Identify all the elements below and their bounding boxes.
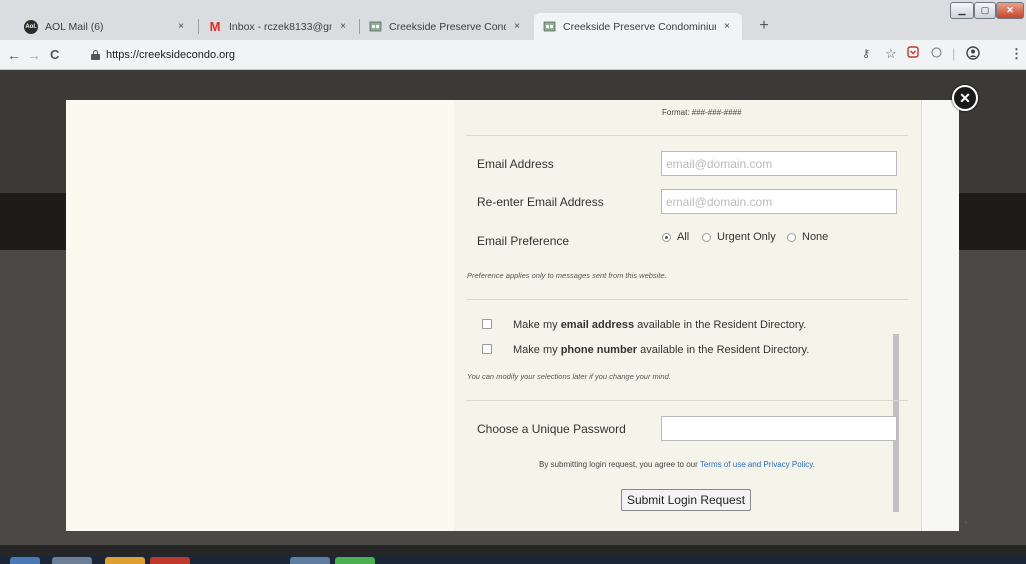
taskbar-app-icon[interactable]: [105, 557, 145, 564]
tab-title: Creekside Preserve Condominiun: [389, 20, 506, 33]
tab-gmail-inbox[interactable]: M Inbox - rczek8133@gmail.com - ×: [200, 13, 358, 40]
start-button-icon[interactable]: [10, 557, 40, 564]
submit-login-request-button[interactable]: Submit Login Request: [621, 489, 751, 511]
reenter-email-field[interactable]: [661, 189, 897, 214]
site-favicon-icon: [368, 20, 382, 34]
password-label: Choose a Unique Password: [477, 422, 626, 436]
key-icon[interactable]: ⚷: [862, 46, 870, 62]
directory-email-checkbox[interactable]: [482, 319, 492, 329]
new-tab-button[interactable]: +: [755, 17, 773, 35]
email-label: Email Address: [477, 157, 554, 171]
forward-icon[interactable]: →: [27, 47, 41, 63]
tab-title: AOL Mail (6): [45, 20, 104, 33]
reload-icon[interactable]: C: [50, 47, 59, 63]
taskbar-app-icon[interactable]: [52, 557, 92, 564]
reenter-email-label: Re-enter Email Address: [477, 195, 604, 209]
browser-menu-icon[interactable]: ⋮: [1010, 46, 1023, 62]
pref-option-label: All: [677, 231, 690, 243]
address-bar[interactable]: https://creeksidecondo.org: [91, 45, 851, 65]
pref-option-label: None: [802, 231, 829, 243]
terms-text: By submitting login request, you agree t…: [539, 460, 815, 469]
pocket-icon[interactable]: [907, 46, 919, 62]
directory-email-label: Make my email address available in the R…: [513, 319, 807, 331]
window-close-icon[interactable]: ✕: [996, 2, 1024, 19]
tab-close-icon[interactable]: ×: [720, 21, 734, 32]
bookmark-star-icon[interactable]: ☆: [885, 46, 897, 62]
section-divider: [466, 299, 908, 300]
taskbar-app-icon[interactable]: [290, 557, 330, 564]
minimize-icon[interactable]: ▁: [950, 2, 974, 19]
terms-link[interactable]: Terms of use and Privacy Policy: [700, 460, 813, 469]
tab-title: Creekside Preserve Condominiun: [563, 20, 716, 33]
back-icon[interactable]: ←: [7, 47, 21, 63]
directory-note: You can modify your selections later if …: [467, 372, 671, 381]
pref-option-label: Urgent Only: [717, 231, 776, 243]
gmail-icon: M: [209, 19, 221, 34]
tab-separator: [198, 19, 199, 34]
section-divider: [466, 400, 908, 401]
taskbar-app-icon[interactable]: [335, 557, 375, 564]
tab-strip: Aol. AOL Mail (6) × M Inbox - rczek8133@…: [0, 0, 1026, 40]
lock-icon: [91, 50, 100, 60]
tab-close-icon[interactable]: ×: [510, 21, 524, 32]
tab-close-icon[interactable]: ×: [174, 21, 188, 32]
scroll-down-arrow-icon[interactable]: ▼: [960, 518, 972, 530]
email-field[interactable]: [661, 151, 897, 176]
phone-format-hint: Format: ###-###-####: [662, 108, 742, 117]
radio-icon[interactable]: [787, 232, 796, 242]
tab-aol-mail[interactable]: Aol. AOL Mail (6) ×: [16, 13, 196, 40]
section-divider: [466, 135, 908, 136]
extension-icon[interactable]: [931, 46, 942, 62]
profile-icon[interactable]: [966, 46, 980, 64]
directory-phone-checkbox[interactable]: [482, 344, 492, 354]
tab-title: Inbox - rczek8133@gmail.com -: [229, 20, 332, 33]
pref-option-none[interactable]: None: [787, 231, 828, 243]
tab-creekside-1[interactable]: Creekside Preserve Condominiun ×: [360, 13, 532, 40]
maximize-icon[interactable]: ▢: [974, 2, 996, 19]
browser-toolbar: ← → C https://creeksidecondo.org ⚷ ☆ | ⋮: [0, 40, 1026, 70]
password-field[interactable]: [661, 416, 897, 441]
pref-option-all[interactable]: All: [662, 231, 689, 243]
modal-scrollbar-track[interactable]: [921, 100, 959, 531]
radio-selected-icon[interactable]: [662, 232, 671, 242]
aol-icon: Aol.: [24, 19, 38, 34]
email-preference-label: Email Preference: [477, 234, 570, 248]
tab-close-icon[interactable]: ×: [336, 21, 350, 32]
tab-creekside-active[interactable]: Creekside Preserve Condominiun ×: [534, 13, 742, 40]
pref-option-urgent[interactable]: Urgent Only: [702, 231, 776, 243]
taskbar-app-icon[interactable]: [150, 557, 190, 564]
directory-phone-label: Make my phone number available in the Re…: [513, 344, 810, 356]
toolbar-divider: |: [952, 46, 956, 61]
url-text: https://creeksidecondo.org: [106, 49, 236, 61]
preference-note: Preference applies only to messages sent…: [467, 271, 667, 280]
modal-close-button[interactable]: ✕: [952, 85, 978, 111]
radio-icon[interactable]: [702, 232, 711, 242]
site-favicon-icon: [542, 20, 556, 34]
